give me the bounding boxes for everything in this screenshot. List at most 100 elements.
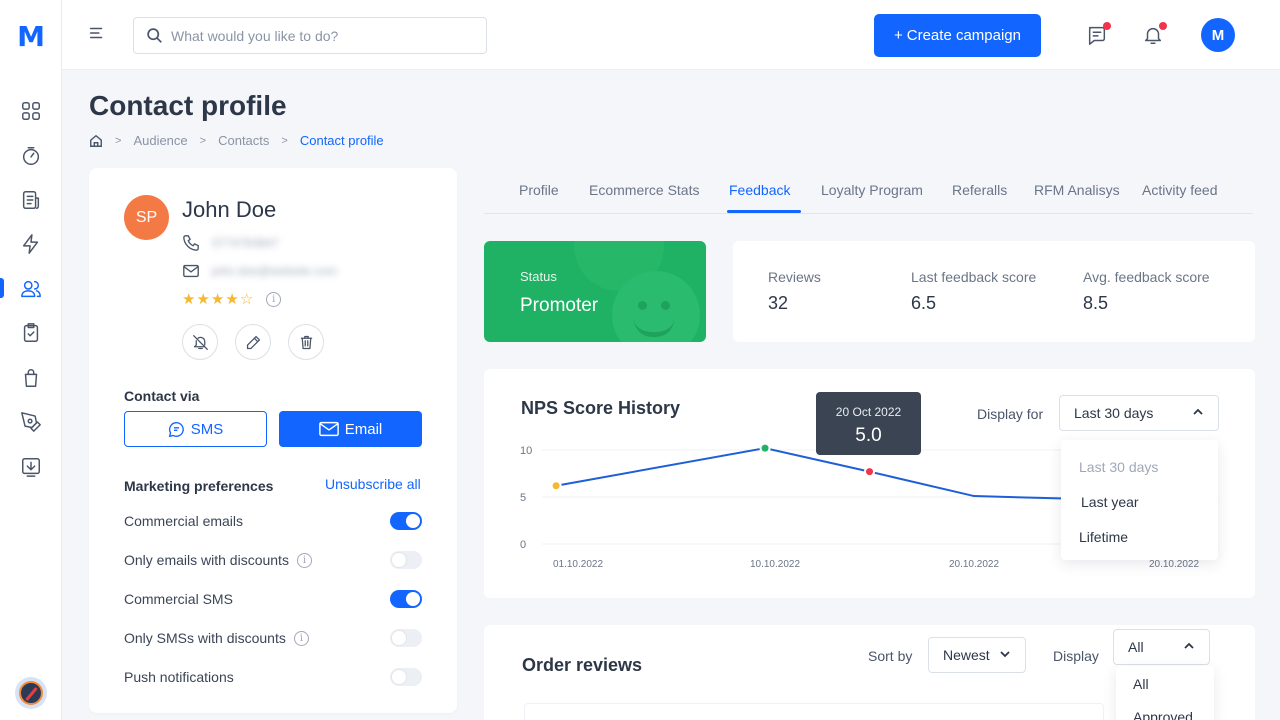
sort-select-value: Newest (943, 647, 990, 663)
delete-contact-button[interactable] (288, 324, 324, 360)
messages-unread-dot (1103, 22, 1111, 30)
commercial-emails-toggle[interactable] (390, 512, 422, 530)
tab-feedback[interactable]: Feedback (729, 182, 790, 198)
y-tick-label: 5 (520, 492, 526, 504)
search-icon (147, 28, 162, 43)
tasks-icon[interactable] (19, 321, 43, 345)
app-logo[interactable]: M (16, 22, 46, 52)
pref-sms-discounts: Only SMSs with discounts i (124, 627, 422, 649)
stat-reviews: Reviews 32 (768, 269, 821, 314)
messages-icon[interactable] (1086, 22, 1112, 50)
search-input[interactable] (171, 27, 461, 44)
order-review-list (524, 703, 1104, 720)
pref-label: Only emails with discounts (124, 552, 289, 568)
chevron-up-icon (1183, 639, 1195, 655)
download-icon[interactable] (19, 455, 43, 479)
sms-discounts-toggle[interactable] (390, 629, 422, 647)
stat-value: 32 (768, 293, 789, 313)
display-dropdown-menu: All Approved (1116, 666, 1214, 720)
mail-icon (183, 264, 199, 278)
chart-tooltip: 20 Oct 2022 5.0 (816, 392, 921, 455)
sms-button[interactable]: SMS (124, 411, 267, 447)
push-notifications-toggle[interactable] (390, 668, 422, 686)
email-label: Email (344, 420, 383, 438)
display-label: Display (1053, 648, 1099, 664)
pref-emails-discounts: Only emails with discounts i (124, 549, 422, 571)
unsubscribe-all-link[interactable]: Unsubscribe all (325, 476, 421, 492)
sort-select[interactable]: Newest (928, 637, 1026, 673)
emails-discounts-toggle[interactable] (390, 551, 422, 569)
display-select-value: All (1128, 639, 1144, 655)
unsubscribe-contact-button[interactable] (182, 324, 218, 360)
profile-tabs: Profile Ecommerce Stats Feedback Loyalty… (484, 170, 1253, 214)
tab-ecommerce-stats[interactable]: Ecommerce Stats (589, 182, 699, 198)
pref-push-notifications: Push notifications (124, 666, 422, 688)
display-select[interactable]: All (1113, 629, 1210, 665)
stat-last-feedback: Last feedback score 6.5 (911, 269, 1036, 314)
tab-referalls[interactable]: Referalls (952, 182, 1007, 198)
stat-label: Last feedback score (911, 269, 1037, 285)
tooltip-value: 5.0 (855, 425, 882, 446)
automation-icon[interactable] (19, 232, 43, 256)
user-avatar[interactable]: M (1201, 18, 1235, 52)
star-empty-icon: ☆ (239, 291, 254, 308)
tab-activity-feed[interactable]: Activity feed (1142, 182, 1217, 198)
edit-contact-button[interactable] (235, 324, 271, 360)
pref-label: Commercial SMS (124, 591, 233, 607)
tab-profile[interactable]: Profile (519, 182, 559, 198)
compass-icon[interactable] (15, 677, 47, 709)
pref-label: Push notifications (124, 669, 234, 685)
range-option-lifetime[interactable]: Lifetime (1079, 529, 1128, 545)
shopping-bag-icon[interactable] (19, 366, 43, 390)
analytics-icon[interactable] (19, 144, 43, 168)
display-option-approved[interactable]: Approved (1133, 709, 1193, 720)
marketing-preferences-label: Marketing preferences (124, 478, 274, 494)
reports-icon[interactable] (19, 188, 43, 212)
page-title: Contact profile (89, 90, 287, 121)
range-option-last-30-days[interactable]: Last 30 days (1079, 459, 1158, 475)
x-tick-label: 10.10.2022 (750, 559, 800, 570)
pen-tool-icon[interactable] (19, 410, 43, 434)
create-campaign-button[interactable]: + Create campaign (874, 14, 1041, 57)
pencil-icon (246, 335, 260, 349)
menu-toggle-icon[interactable] (88, 24, 108, 46)
status-label: Status (520, 269, 557, 284)
contact-email: john.doe@website.com (212, 264, 337, 278)
create-campaign-label: Create campaign (906, 27, 1021, 44)
star-filled-icon: ★ (182, 291, 196, 308)
data-point (552, 482, 560, 490)
tab-loyalty-program[interactable]: Loyalty Program (821, 182, 923, 198)
search-box[interactable] (133, 17, 487, 54)
breadcrumb-contacts[interactable]: Contacts (218, 133, 269, 148)
top-bar: + Create campaign M (62, 0, 1280, 70)
breadcrumb-separator: > (199, 134, 207, 147)
data-point (866, 468, 874, 476)
info-icon[interactable]: i (296, 552, 312, 568)
mail-icon (318, 421, 339, 437)
stat-avg-feedback: Avg. feedback score 8.5 (1083, 269, 1210, 314)
audience-icon[interactable] (19, 277, 43, 301)
no-notification-icon (192, 334, 208, 350)
sidebar-active-indicator (0, 278, 4, 298)
chat-icon (168, 421, 184, 437)
pref-label: Only SMSs with discounts (124, 630, 286, 646)
home-icon[interactable] (89, 134, 103, 148)
email-button[interactable]: Email (279, 411, 422, 447)
breadcrumb-audience[interactable]: Audience (133, 133, 187, 148)
tab-rfm-analisys[interactable]: RFM Analisys (1034, 182, 1120, 198)
dashboard-icon[interactable] (19, 99, 43, 123)
display-option-all[interactable]: All (1133, 676, 1149, 692)
contact-card: SP John Doe 0774763847 john.doe@website.… (89, 168, 457, 713)
notifications-unread-dot (1159, 22, 1167, 30)
smiley-eye (661, 301, 670, 310)
phone-row: 0774763847 (182, 234, 279, 252)
commercial-sms-toggle[interactable] (390, 590, 422, 608)
star-filled-icon: ★ (210, 291, 225, 308)
range-dropdown-menu: Last 30 days Last year Lifetime (1061, 440, 1218, 560)
range-option-last-year[interactable]: Last year (1081, 494, 1139, 510)
info-icon[interactable]: i (266, 291, 282, 307)
y-tick-label: 0 (520, 539, 526, 551)
info-icon[interactable]: i (293, 630, 309, 646)
stat-label: Avg. feedback score (1083, 269, 1210, 285)
notifications-icon[interactable] (1142, 22, 1168, 50)
